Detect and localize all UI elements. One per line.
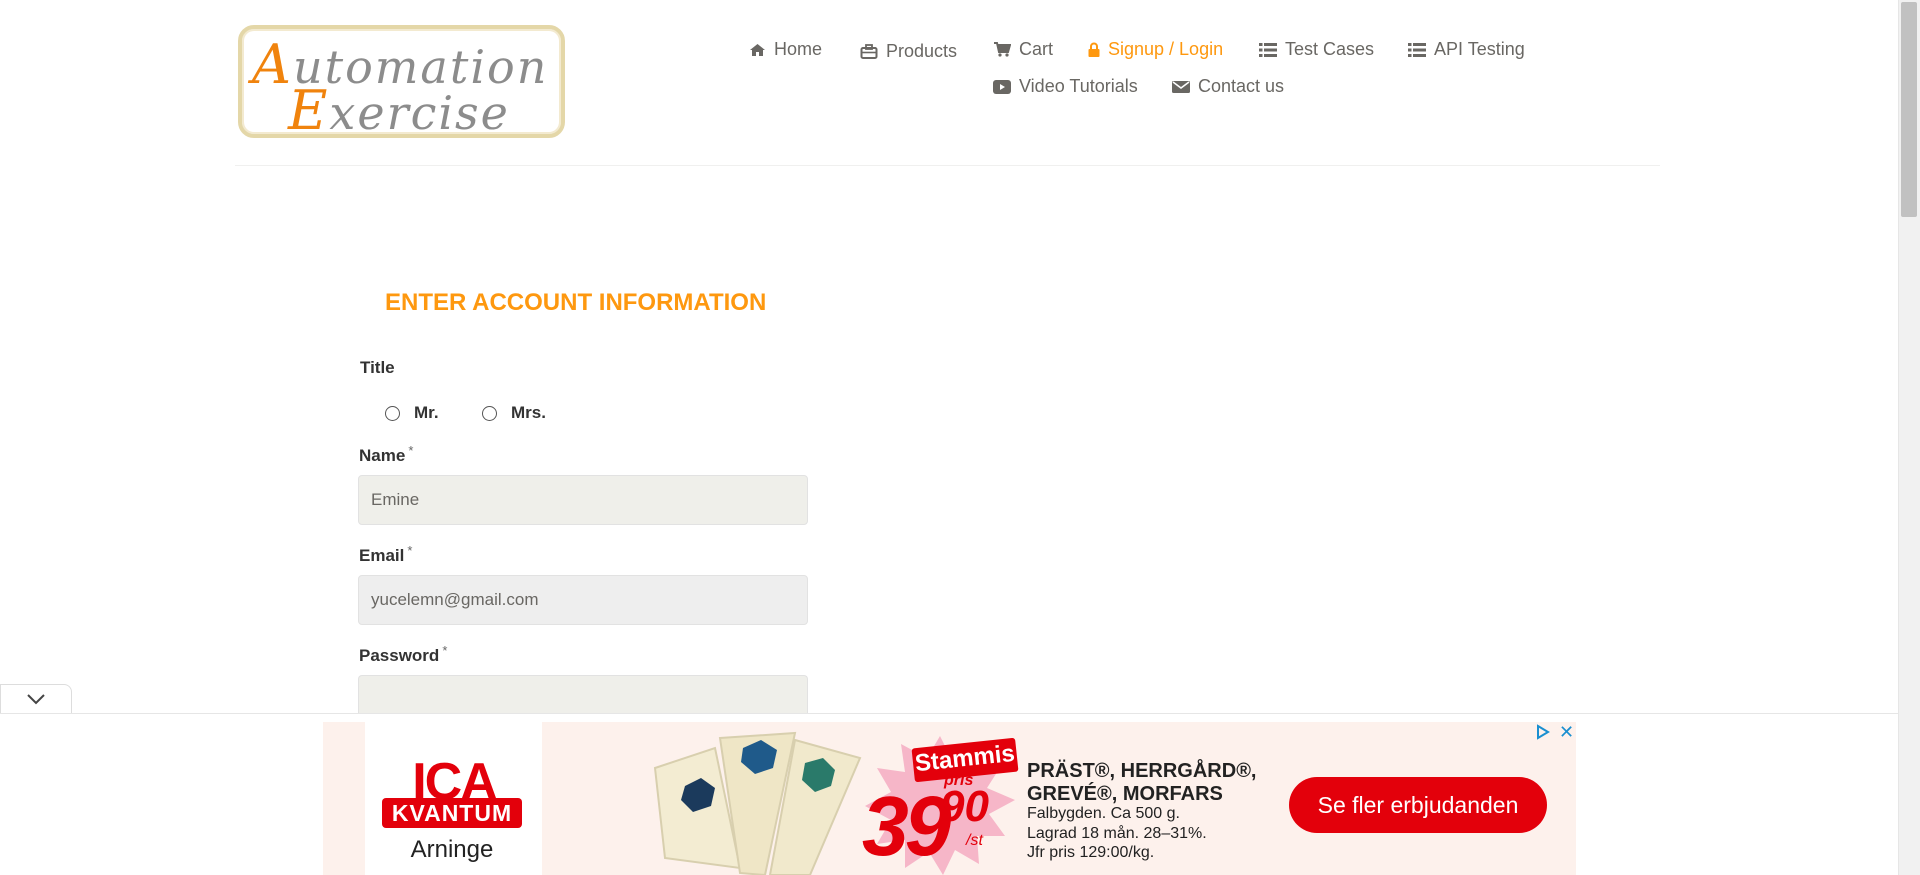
email-input[interactable]: yucelemn@gmail.com xyxy=(358,575,808,625)
required-marker: * xyxy=(408,443,414,458)
nav-api-testing-label: API Testing xyxy=(1434,39,1525,59)
ad-store-name: Arninge xyxy=(410,836,494,863)
name-input-value: Emine xyxy=(371,490,420,509)
nav-contact-us[interactable]: Contact us xyxy=(1172,76,1284,97)
adchoices-icon[interactable] xyxy=(1535,724,1551,740)
email-label-text: Email xyxy=(359,546,405,565)
title-mr-label[interactable]: Mr. xyxy=(414,403,439,423)
briefcase-icon xyxy=(860,44,878,59)
ad-collapse-button[interactable] xyxy=(0,684,72,713)
nav-signup-login[interactable]: Signup / Login xyxy=(1088,39,1223,60)
home-icon xyxy=(750,43,765,56)
ad-desc-line-2: Lagrad 18 mån. 28–31%. xyxy=(1027,824,1207,842)
email-label: Email * xyxy=(359,543,413,566)
ad-brand-subtitle: KVANTUM xyxy=(382,798,522,828)
ad-close-icon[interactable]: ✕ xyxy=(1559,722,1574,743)
envelope-icon xyxy=(1172,80,1190,93)
required-marker: * xyxy=(407,543,413,558)
cheese-image xyxy=(653,731,862,875)
name-label: Name * xyxy=(359,443,414,466)
ad-product-line-1: PRÄST®, HERRGÅRD®, xyxy=(1027,760,1257,782)
scrollbar-thumb[interactable] xyxy=(1901,2,1917,217)
site-logo[interactable]: Automation Exercise xyxy=(238,25,565,142)
list-icon xyxy=(1408,42,1426,57)
nav-video-tutorials-label: Video Tutorials xyxy=(1019,76,1138,96)
lock-icon xyxy=(1088,42,1100,57)
password-input[interactable] xyxy=(358,675,808,713)
ad-price-decimals: 90 xyxy=(940,782,989,831)
chevron-down-icon xyxy=(27,693,45,704)
nav-cart-label: Cart xyxy=(1019,39,1054,59)
password-label: Password * xyxy=(359,643,448,666)
list-icon xyxy=(1259,42,1277,57)
required-marker: * xyxy=(442,643,448,658)
ad-price-main: 39 xyxy=(862,779,951,873)
ad-product-name: PRÄST®, HERRGÅRD®, GREVÉ®, MORFARS xyxy=(1027,760,1256,806)
nav-products[interactable]: Products xyxy=(860,41,957,62)
title-mrs-label[interactable]: Mrs. xyxy=(511,403,546,423)
nav-home-label: Home xyxy=(774,39,823,59)
title-mr-radio[interactable] xyxy=(385,406,400,421)
cart-icon xyxy=(994,42,1011,57)
nav-video-tutorials[interactable]: Video Tutorials xyxy=(993,76,1138,97)
nav-home[interactable]: Home xyxy=(749,39,822,60)
name-label-text: Name xyxy=(359,446,406,465)
nav-test-cases-label: Test Cases xyxy=(1285,39,1375,59)
nav-signup-login-label: Signup / Login xyxy=(1108,39,1224,59)
password-label-text: Password xyxy=(359,646,440,665)
email-input-value: yucelemn@gmail.com xyxy=(371,590,539,609)
title-label: Title xyxy=(360,358,395,377)
logo-line-2: Exercise xyxy=(288,79,510,142)
ad-desc-line-3: Jfr pris 129:00/kg. xyxy=(1027,844,1155,861)
title-mrs-radio[interactable] xyxy=(482,406,497,421)
name-input[interactable]: Emine xyxy=(358,475,808,525)
ad-product-line-2: GREVÉ®, MORFARS xyxy=(1027,783,1223,805)
nav-api-testing[interactable]: API Testing xyxy=(1408,39,1525,60)
form-heading: ENTER ACCOUNT INFORMATION xyxy=(385,289,767,316)
ad-cta-button[interactable]: Se fler erbjudanden xyxy=(1289,777,1547,833)
nav-contact-us-label: Contact us xyxy=(1198,76,1285,96)
header-divider xyxy=(235,165,1660,166)
nav-test-cases[interactable]: Test Cases xyxy=(1259,39,1374,60)
ad-price-unit: /st xyxy=(966,832,983,849)
ad-desc-line-1: Falbygden. Ca 500 g. xyxy=(1027,805,1180,822)
ad-product-description: Falbygden. Ca 500 g. Lagrad 18 mån. 28–3… xyxy=(1027,804,1207,863)
nav-products-label: Products xyxy=(886,41,958,61)
youtube-icon xyxy=(993,79,1011,94)
nav-cart[interactable]: Cart xyxy=(993,39,1053,60)
